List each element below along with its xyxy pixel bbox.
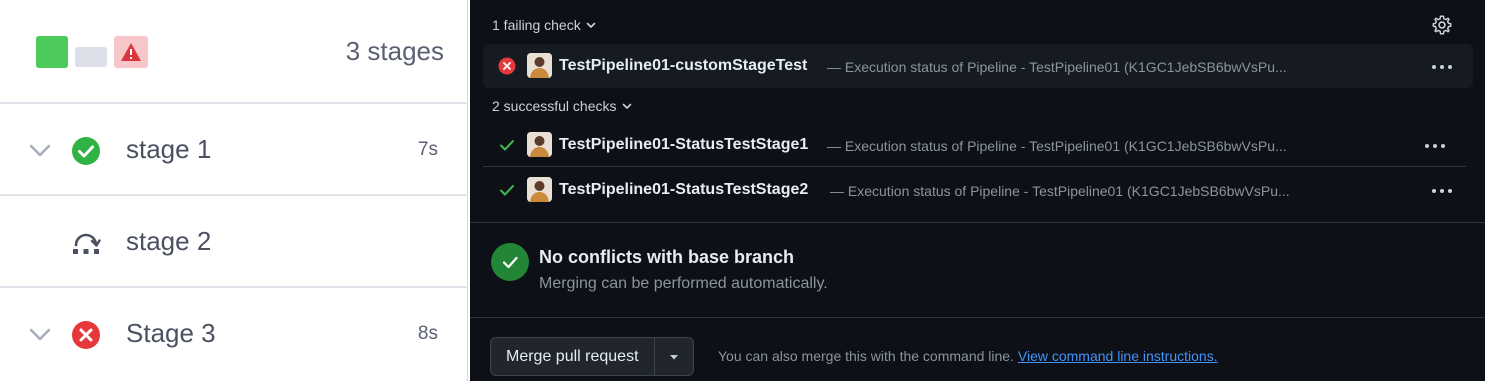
more-options-icon[interactable] (1431, 188, 1453, 194)
triangle-down-icon (669, 354, 678, 359)
divider (470, 222, 1485, 223)
check-name[interactable]: TestPipeline01-customStageTest (559, 57, 807, 75)
check-description: — Execution status of Pipeline - TestPip… (830, 183, 1290, 199)
stage-name: stage 2 (126, 226, 212, 256)
stage-skipped-chip (75, 47, 107, 67)
failing-checks-toggle[interactable]: 1 failing check (492, 17, 597, 33)
stage-row[interactable]: Stage 3 8s (0, 290, 468, 380)
check-name[interactable]: TestPipeline01-StatusTestStage2 (559, 181, 808, 199)
no-conflicts-status (491, 243, 529, 281)
more-options-icon[interactable] (1424, 143, 1446, 149)
failed-x-icon (72, 321, 100, 349)
warning-icon (121, 43, 141, 61)
stage-name: Stage 3 (126, 318, 216, 348)
failing-checks-label: 1 failing check (492, 17, 581, 33)
avatar (527, 177, 552, 202)
cli-instructions-link[interactable]: View command line instructions. (1018, 348, 1218, 364)
skipped-stage-icon (73, 233, 101, 254)
stage-duration: 8s (417, 323, 438, 344)
successful-check-row[interactable]: TestPipeline01-StatusTestStage1 — Execut… (483, 123, 1466, 167)
successful-check-row[interactable]: TestPipeline01-StatusTestStage2 — Execut… (483, 168, 1473, 212)
stage-failed-chip (114, 36, 148, 68)
avatar (527, 53, 552, 78)
stage-row[interactable]: stage 2 (0, 198, 468, 288)
check-icon (500, 140, 514, 151)
merge-cli-note: You can also merge this with the command… (718, 348, 1218, 364)
chevron-down-icon[interactable] (28, 322, 52, 346)
stage-success-chip (36, 36, 68, 68)
merge-options-dropdown[interactable] (655, 338, 693, 375)
check-icon (500, 185, 514, 196)
check-icon (502, 256, 518, 269)
chevron-down-icon (622, 103, 631, 109)
gear-icon[interactable] (1431, 14, 1453, 36)
pipeline-stages-panel: 3 stages stage 1 7s stage 2 Stage 3 8s (0, 0, 468, 381)
success-check-icon (72, 137, 100, 165)
check-description: — Execution status of Pipeline - TestPip… (827, 138, 1287, 154)
stage-name: stage 1 (126, 134, 212, 164)
merge-status-subtitle: Merging can be performed automatically. (539, 275, 828, 292)
chevron-down-icon (586, 22, 596, 28)
merge-button-group: Merge pull request (490, 337, 694, 376)
merge-cli-note-text: You can also merge this with the command… (718, 348, 1014, 364)
stage-row[interactable]: stage 1 7s (0, 106, 468, 196)
chevron-down-icon[interactable] (28, 138, 52, 162)
checks-panel: 1 failing check TestPipeline01-customSta… (470, 0, 1485, 381)
check-name[interactable]: TestPipeline01-StatusTestStage1 (559, 136, 808, 154)
failed-x-icon (498, 57, 516, 75)
divider (470, 317, 1485, 318)
pipeline-summary: 3 stages (0, 0, 468, 104)
successful-checks-label: 2 successful checks (492, 98, 617, 114)
stages-count: 3 stages (345, 36, 444, 66)
check-description: — Execution status of Pipeline - TestPip… (827, 59, 1287, 75)
stage-duration: 7s (417, 139, 438, 160)
successful-checks-toggle[interactable]: 2 successful checks (492, 98, 633, 114)
more-options-icon[interactable] (1431, 64, 1453, 70)
merge-status-title: No conflicts with base branch (539, 247, 795, 267)
merge-pull-request-button[interactable]: Merge pull request (491, 338, 655, 375)
failing-check-row[interactable]: TestPipeline01-customStageTest — Executi… (483, 44, 1473, 88)
avatar (527, 132, 552, 157)
